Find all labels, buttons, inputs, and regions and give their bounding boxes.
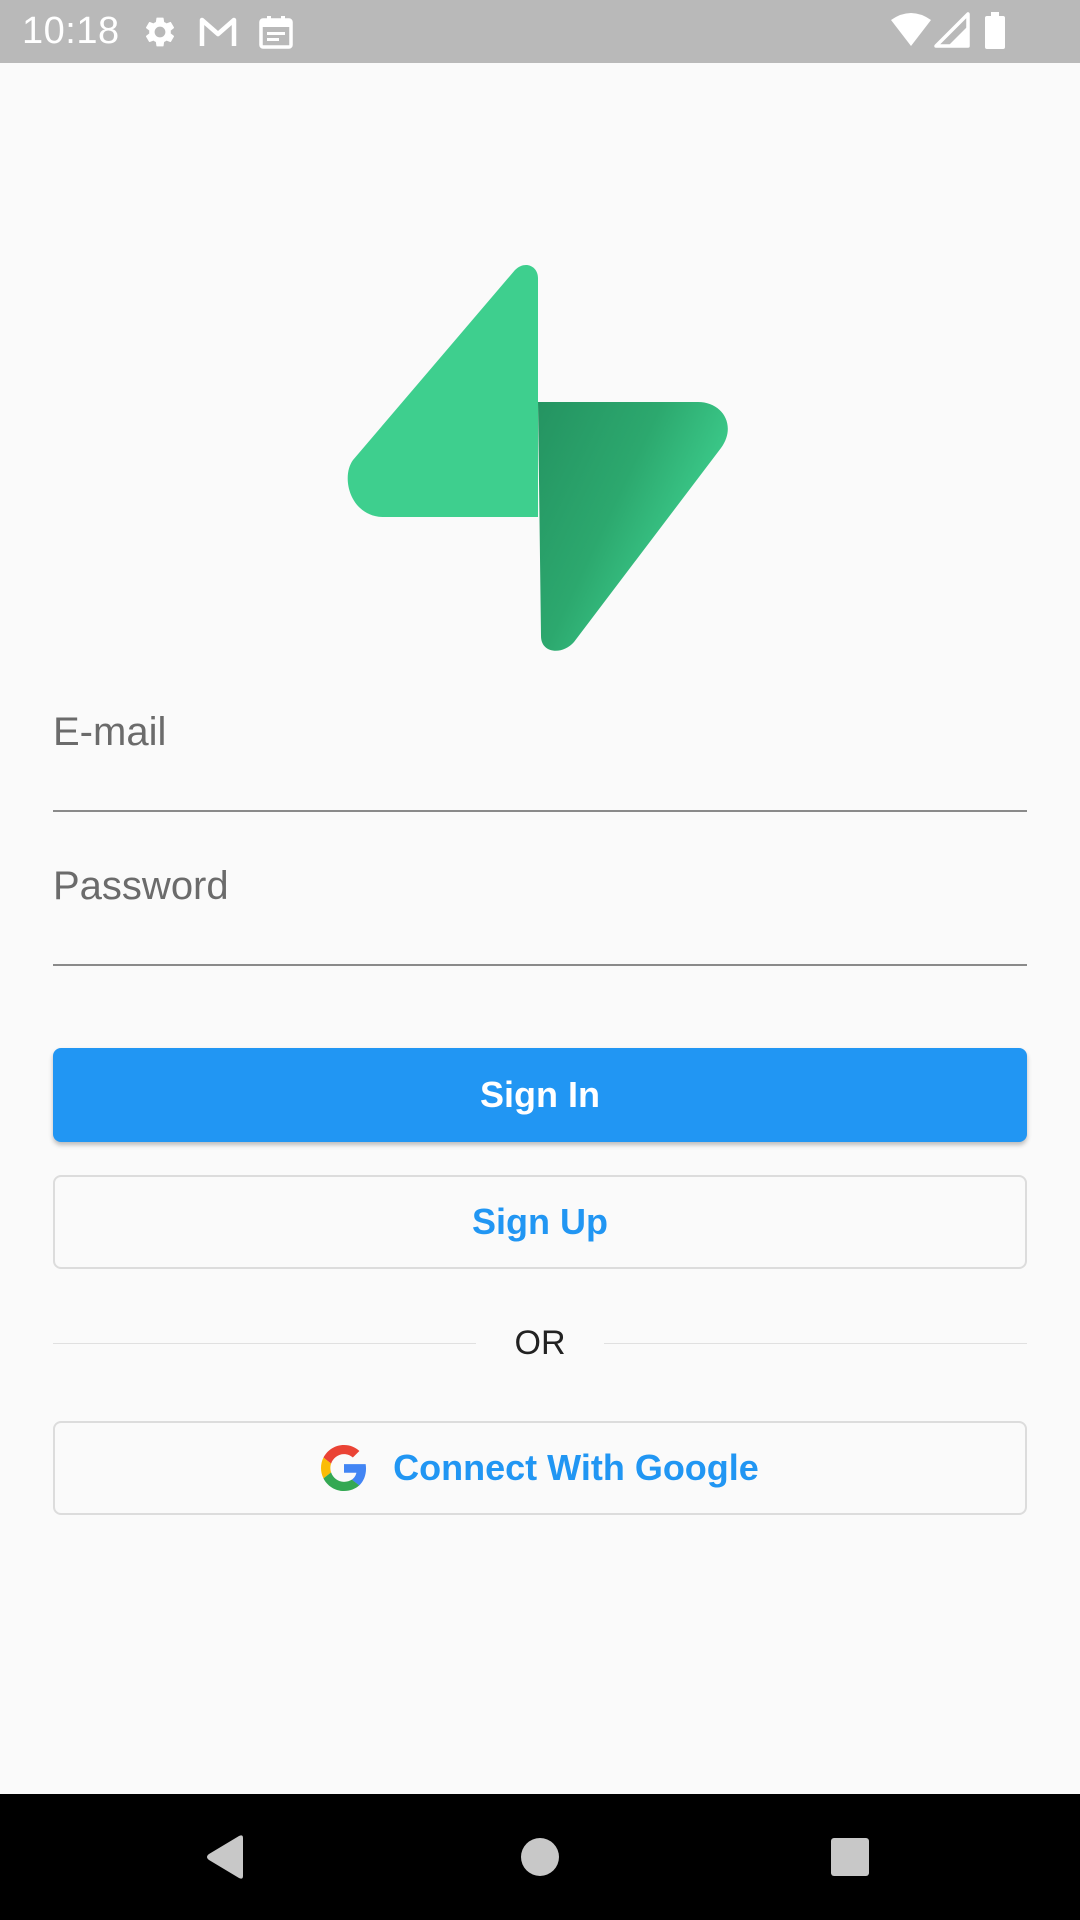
- navigation-bar: [0, 1794, 1080, 1920]
- sign-in-button[interactable]: Sign In: [53, 1048, 1027, 1142]
- divider-line-right: [604, 1343, 1027, 1344]
- calendar-icon: [258, 14, 294, 50]
- gmail-icon: [198, 14, 238, 50]
- sign-in-label: Sign In: [480, 1074, 600, 1115]
- sign-up-label: Sign Up: [472, 1201, 608, 1242]
- email-input[interactable]: [53, 700, 1031, 812]
- back-icon[interactable]: [165, 1794, 285, 1920]
- google-icon: [321, 1445, 393, 1491]
- settings-icon: [142, 14, 178, 50]
- home-icon[interactable]: [480, 1794, 600, 1920]
- password-input[interactable]: [53, 854, 1031, 966]
- wifi-icon: [890, 12, 932, 48]
- email-field[interactable]: E-mail: [53, 700, 1031, 812]
- or-divider: OR: [53, 1318, 1027, 1368]
- email-underline: [53, 810, 1027, 812]
- supabase-logo: [345, 260, 735, 660]
- sign-up-button[interactable]: Sign Up: [53, 1175, 1027, 1269]
- cellular-signal-icon: [934, 12, 970, 48]
- password-underline: [53, 964, 1027, 966]
- recents-icon[interactable]: [790, 1794, 910, 1920]
- google-connect-button[interactable]: Connect With Google: [53, 1421, 1027, 1515]
- google-connect-label: Connect With Google: [393, 1447, 759, 1488]
- password-field[interactable]: Password: [53, 854, 1031, 966]
- status-time: 10:18: [22, 10, 120, 52]
- battery-icon: [984, 12, 1006, 50]
- status-bar: 10:18: [0, 0, 1080, 63]
